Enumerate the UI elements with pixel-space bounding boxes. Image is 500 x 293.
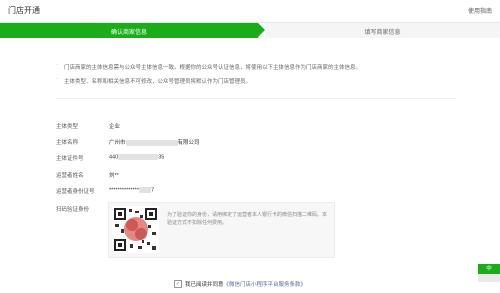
value-prefix: 广州市 (109, 140, 126, 146)
step-confirm-label: 确认商家信息 (110, 30, 147, 36)
field-label: 主体名称 (56, 140, 79, 146)
field-value: 440 35 (109, 154, 164, 160)
redacted-block (125, 139, 178, 146)
value-suffix: 35 (158, 154, 165, 161)
qr-verify-box: 为了验证你的身份，请用绑定了运营者本人银行卡的微信扫描二维码。本验证方式不扣除任… (108, 202, 335, 258)
toolbar-strip (478, 274, 500, 282)
help-link[interactable]: 使用指南 (468, 6, 492, 15)
field-label: 扫码验证身份 (56, 207, 90, 213)
step-fill-label: 填写商家信息 (364, 30, 401, 36)
page-title: 门店开通 (8, 6, 40, 15)
qr-hint-text: 为了验证你的身份，请用绑定了运营者本人银行卡的微信扫描二维码。本验证方式不扣除任… (167, 212, 328, 226)
field-value: 企业 (109, 124, 121, 130)
value-suffix: 有限公司 (177, 140, 200, 146)
agreement-row: ✓ 我已阅读并同意《微信门店小程序平台服务条款》 (174, 279, 307, 289)
value-prefix: 440 (109, 154, 119, 161)
field-value: ************** 7 (109, 187, 154, 193)
redacted-block (118, 154, 159, 160)
qr-code-icon[interactable] (112, 206, 159, 253)
language-badge[interactable]: 中 (478, 264, 500, 274)
top-bar: 门店开通 使用指南 (0, 0, 500, 23)
field-label: 运营者姓名 (56, 173, 84, 179)
field-value: 广州市 有限公司 (109, 138, 200, 146)
value-prefix: ************** (109, 187, 139, 194)
field-label: 运营者身份证号 (56, 189, 95, 195)
notice-list: · 门店商家的主体信息需与公众号主体信息一致。根据你的公众号认证信息，将使用以下… (56, 62, 456, 90)
step-fill-info: 填写商家信息 (265, 23, 500, 38)
field-value: 刘** (109, 173, 119, 179)
field-label: 主体证件号 (56, 156, 84, 162)
main-panel: 门店开通 使用指南 确认商家信息 填写商家信息 · 门店商家的主体信息需与公众号… (0, 0, 500, 293)
divider (56, 98, 456, 99)
step-confirm-info: 确认商家信息 (0, 23, 265, 38)
agreement-prefix: 我已阅读并同意 (185, 282, 224, 288)
field-label: 主体类型 (56, 124, 79, 130)
redacted-block (138, 187, 151, 193)
notice-item: · 门店商家的主体信息需与公众号主体信息一致。根据你的公众号认证信息，将使用以下… (56, 62, 456, 76)
notice-text: 门店商家的主体信息需与公众号主体信息一致。根据你的公众号认证信息，将使用以下主体… (64, 65, 362, 71)
bullet-icon: · (56, 76, 58, 82)
notice-text: 主体类型、名称和相关信息不可修改，公众号管理员将默认作为门店管理员。 (64, 79, 252, 85)
terms-link[interactable]: 《微信门店小程序平台服务条款》 (224, 282, 307, 288)
notice-item: · 主体类型、名称和相关信息不可修改，公众号管理员将默认作为门店管理员。 (56, 76, 456, 90)
agree-checkbox[interactable]: ✓ (174, 279, 182, 288)
bullet-icon: · (56, 62, 58, 68)
value-suffix: 7 (150, 187, 155, 194)
